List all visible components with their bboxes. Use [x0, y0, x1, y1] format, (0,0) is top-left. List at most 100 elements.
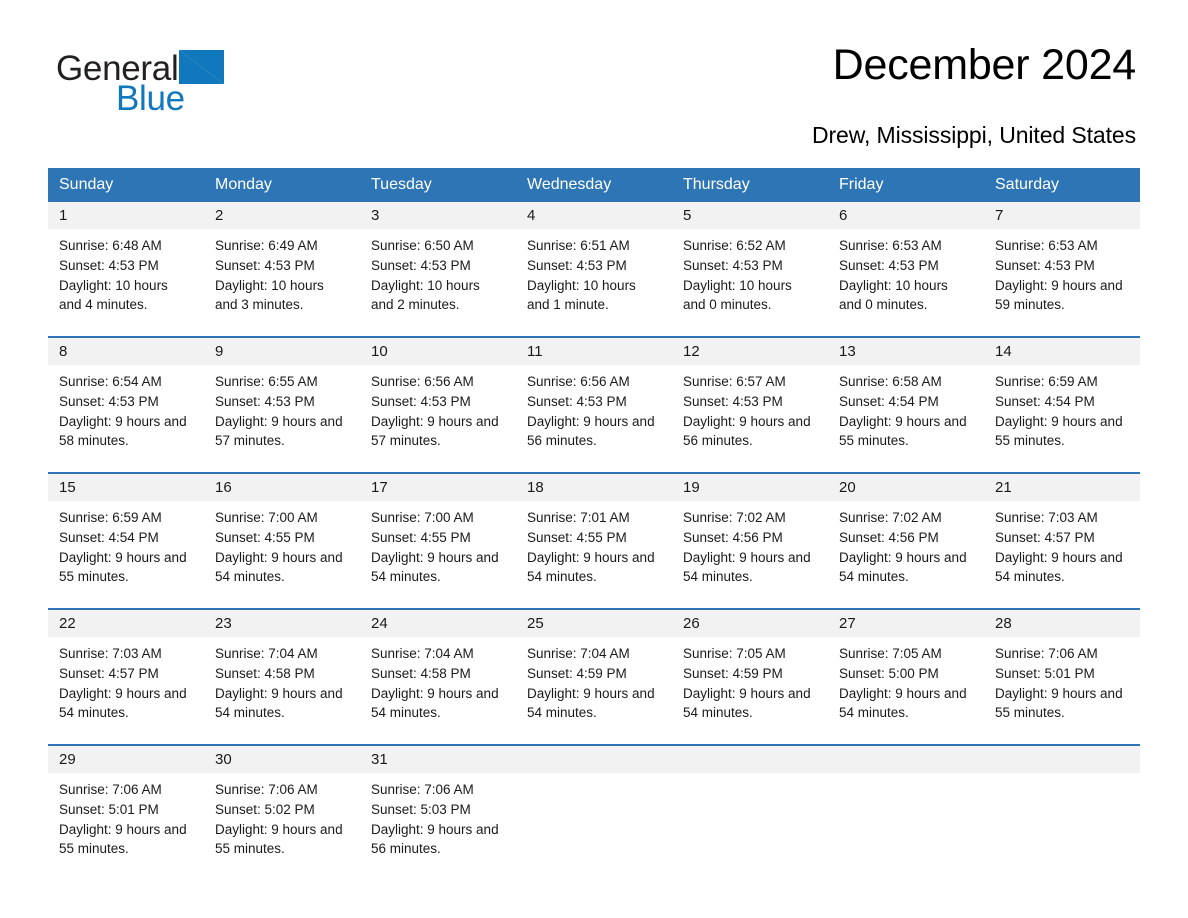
day-number: 1 — [48, 202, 204, 229]
daylight-text: Daylight: 10 hours and 4 minutes. — [59, 277, 168, 313]
day-details: Sunrise: 6:48 AM Sunset: 4:53 PM Dayligh… — [48, 229, 204, 325]
weekday-header-monday: Monday — [204, 168, 360, 202]
calendar-day-cell[interactable]: 10 Sunrise: 6:56 AM Sunset: 4:53 PM Dayl… — [360, 336, 516, 473]
calendar-day-cell[interactable]: 5 Sunrise: 6:52 AM Sunset: 4:53 PM Dayli… — [672, 202, 828, 337]
sunrise-text: Sunrise: 7:06 AM — [995, 646, 1098, 661]
calendar-day-cell[interactable]: 28 Sunrise: 7:06 AM Sunset: 5:01 PM Dayl… — [984, 608, 1140, 745]
day-details: Sunrise: 7:04 AM Sunset: 4:58 PM Dayligh… — [360, 637, 516, 733]
calendar-day-cell[interactable]: 19 Sunrise: 7:02 AM Sunset: 4:56 PM Dayl… — [672, 472, 828, 609]
sunrise-text: Sunrise: 6:56 AM — [527, 374, 630, 389]
day-details: Sunrise: 6:59 AM Sunset: 4:54 PM Dayligh… — [48, 501, 204, 597]
calendar-day-cell[interactable]: 18 Sunrise: 7:01 AM Sunset: 4:55 PM Dayl… — [516, 472, 672, 609]
day-details: Sunrise: 7:04 AM Sunset: 4:59 PM Dayligh… — [516, 637, 672, 733]
calendar-day-cell[interactable]: 25 Sunrise: 7:04 AM Sunset: 4:59 PM Dayl… — [516, 608, 672, 745]
sunrise-text: Sunrise: 7:06 AM — [59, 782, 162, 797]
calendar-day-cell[interactable]: 12 Sunrise: 6:57 AM Sunset: 4:53 PM Dayl… — [672, 336, 828, 473]
sunrise-text: Sunrise: 7:02 AM — [683, 510, 786, 525]
calendar-day-cell-empty — [672, 744, 828, 880]
sunset-text: Sunset: 4:53 PM — [683, 257, 783, 273]
daylight-text: Daylight: 9 hours and 55 minutes. — [995, 685, 1123, 721]
day-number: 18 — [516, 474, 672, 501]
calendar-day-cell[interactable]: 16 Sunrise: 7:00 AM Sunset: 4:55 PM Dayl… — [204, 472, 360, 609]
day-details: Sunrise: 6:53 AM Sunset: 4:53 PM Dayligh… — [984, 229, 1140, 325]
sunset-text: Sunset: 4:54 PM — [839, 393, 939, 409]
day-number: 28 — [984, 610, 1140, 637]
calendar-table: Sunday Monday Tuesday Wednesday Thursday… — [48, 168, 1140, 880]
calendar-day-cell[interactable]: 15 Sunrise: 6:59 AM Sunset: 4:54 PM Dayl… — [48, 472, 204, 609]
day-details: Sunrise: 6:51 AM Sunset: 4:53 PM Dayligh… — [516, 229, 672, 325]
sunset-text: Sunset: 4:53 PM — [371, 257, 471, 273]
calendar-day-cell[interactable]: 11 Sunrise: 6:56 AM Sunset: 4:53 PM Dayl… — [516, 336, 672, 473]
sunrise-text: Sunrise: 7:04 AM — [215, 646, 318, 661]
calendar-day-cell[interactable]: 9 Sunrise: 6:55 AM Sunset: 4:53 PM Dayli… — [204, 336, 360, 473]
brand-logo[interactable]: General Blue — [56, 44, 225, 116]
calendar-day-cell[interactable]: 1 Sunrise: 6:48 AM Sunset: 4:53 PM Dayli… — [48, 202, 204, 337]
sunset-text: Sunset: 4:58 PM — [371, 665, 471, 681]
day-number: 22 — [48, 610, 204, 637]
day-number: 26 — [672, 610, 828, 637]
day-number: 25 — [516, 610, 672, 637]
sunrise-text: Sunrise: 7:03 AM — [59, 646, 162, 661]
day-details: Sunrise: 7:04 AM Sunset: 4:58 PM Dayligh… — [204, 637, 360, 733]
calendar-day-cell[interactable]: 13 Sunrise: 6:58 AM Sunset: 4:54 PM Dayl… — [828, 336, 984, 473]
calendar-week-row: 22 Sunrise: 7:03 AM Sunset: 4:57 PM Dayl… — [48, 608, 1140, 745]
day-details: Sunrise: 6:58 AM Sunset: 4:54 PM Dayligh… — [828, 365, 984, 461]
daylight-text: Daylight: 9 hours and 54 minutes. — [527, 549, 655, 585]
daylight-text: Daylight: 9 hours and 55 minutes. — [215, 821, 343, 857]
calendar-day-cell[interactable]: 2 Sunrise: 6:49 AM Sunset: 4:53 PM Dayli… — [204, 202, 360, 337]
day-details: Sunrise: 6:57 AM Sunset: 4:53 PM Dayligh… — [672, 365, 828, 461]
calendar-day-cell[interactable]: 7 Sunrise: 6:53 AM Sunset: 4:53 PM Dayli… — [984, 202, 1140, 337]
calendar-day-cell[interactable]: 14 Sunrise: 6:59 AM Sunset: 4:54 PM Dayl… — [984, 336, 1140, 473]
day-number: 13 — [828, 338, 984, 365]
sunrise-text: Sunrise: 7:00 AM — [371, 510, 474, 525]
sunset-text: Sunset: 4:55 PM — [371, 529, 471, 545]
daylight-text: Daylight: 9 hours and 59 minutes. — [995, 277, 1123, 313]
day-number: 30 — [204, 746, 360, 773]
daylight-text: Daylight: 9 hours and 57 minutes. — [215, 413, 343, 449]
calendar-day-cell[interactable]: 21 Sunrise: 7:03 AM Sunset: 4:57 PM Dayl… — [984, 472, 1140, 609]
sunset-text: Sunset: 4:59 PM — [683, 665, 783, 681]
daylight-text: Daylight: 9 hours and 57 minutes. — [371, 413, 499, 449]
daylight-text: Daylight: 9 hours and 54 minutes. — [215, 685, 343, 721]
day-number: 9 — [204, 338, 360, 365]
day-number: 20 — [828, 474, 984, 501]
daylight-text: Daylight: 10 hours and 1 minute. — [527, 277, 636, 313]
day-details: Sunrise: 6:56 AM Sunset: 4:53 PM Dayligh… — [516, 365, 672, 461]
day-number: 4 — [516, 202, 672, 229]
calendar-header-row: Sunday Monday Tuesday Wednesday Thursday… — [48, 168, 1140, 202]
calendar-day-cell[interactable]: 23 Sunrise: 7:04 AM Sunset: 4:58 PM Dayl… — [204, 608, 360, 745]
daylight-text: Daylight: 9 hours and 54 minutes. — [683, 549, 811, 585]
calendar-day-cell[interactable]: 24 Sunrise: 7:04 AM Sunset: 4:58 PM Dayl… — [360, 608, 516, 745]
daylight-text: Daylight: 9 hours and 58 minutes. — [59, 413, 187, 449]
sunrise-text: Sunrise: 6:56 AM — [371, 374, 474, 389]
sunrise-text: Sunrise: 7:01 AM — [527, 510, 630, 525]
calendar-day-cell[interactable]: 4 Sunrise: 6:51 AM Sunset: 4:53 PM Dayli… — [516, 202, 672, 337]
day-number: 16 — [204, 474, 360, 501]
calendar-day-cell[interactable]: 29 Sunrise: 7:06 AM Sunset: 5:01 PM Dayl… — [48, 744, 204, 880]
daylight-text: Daylight: 9 hours and 55 minutes. — [995, 413, 1123, 449]
daylight-text: Daylight: 10 hours and 0 minutes. — [683, 277, 792, 313]
calendar-day-cell[interactable]: 30 Sunrise: 7:06 AM Sunset: 5:02 PM Dayl… — [204, 744, 360, 880]
calendar-day-cell[interactable]: 26 Sunrise: 7:05 AM Sunset: 4:59 PM Dayl… — [672, 608, 828, 745]
daylight-text: Daylight: 9 hours and 54 minutes. — [527, 685, 655, 721]
day-number: 10 — [360, 338, 516, 365]
day-details: Sunrise: 7:05 AM Sunset: 4:59 PM Dayligh… — [672, 637, 828, 733]
calendar-day-cell[interactable]: 22 Sunrise: 7:03 AM Sunset: 4:57 PM Dayl… — [48, 608, 204, 745]
sunset-text: Sunset: 4:57 PM — [995, 529, 1095, 545]
calendar-day-cell[interactable]: 3 Sunrise: 6:50 AM Sunset: 4:53 PM Dayli… — [360, 202, 516, 337]
sunrise-text: Sunrise: 6:52 AM — [683, 238, 786, 253]
day-details: Sunrise: 6:55 AM Sunset: 4:53 PM Dayligh… — [204, 365, 360, 461]
sunset-text: Sunset: 4:53 PM — [215, 257, 315, 273]
calendar-day-cell[interactable]: 17 Sunrise: 7:00 AM Sunset: 4:55 PM Dayl… — [360, 472, 516, 609]
calendar-day-cell[interactable]: 8 Sunrise: 6:54 AM Sunset: 4:53 PM Dayli… — [48, 336, 204, 473]
calendar-week-row: 29 Sunrise: 7:06 AM Sunset: 5:01 PM Dayl… — [48, 744, 1140, 880]
day-number — [984, 746, 1140, 773]
day-details: Sunrise: 7:06 AM Sunset: 5:02 PM Dayligh… — [204, 773, 360, 869]
calendar-day-cell[interactable]: 6 Sunrise: 6:53 AM Sunset: 4:53 PM Dayli… — [828, 202, 984, 337]
calendar-day-cell[interactable]: 20 Sunrise: 7:02 AM Sunset: 4:56 PM Dayl… — [828, 472, 984, 609]
daylight-text: Daylight: 9 hours and 56 minutes. — [371, 821, 499, 857]
calendar-day-cell[interactable]: 31 Sunrise: 7:06 AM Sunset: 5:03 PM Dayl… — [360, 744, 516, 880]
sunrise-text: Sunrise: 7:04 AM — [527, 646, 630, 661]
day-number — [516, 746, 672, 773]
calendar-day-cell[interactable]: 27 Sunrise: 7:05 AM Sunset: 5:00 PM Dayl… — [828, 608, 984, 745]
